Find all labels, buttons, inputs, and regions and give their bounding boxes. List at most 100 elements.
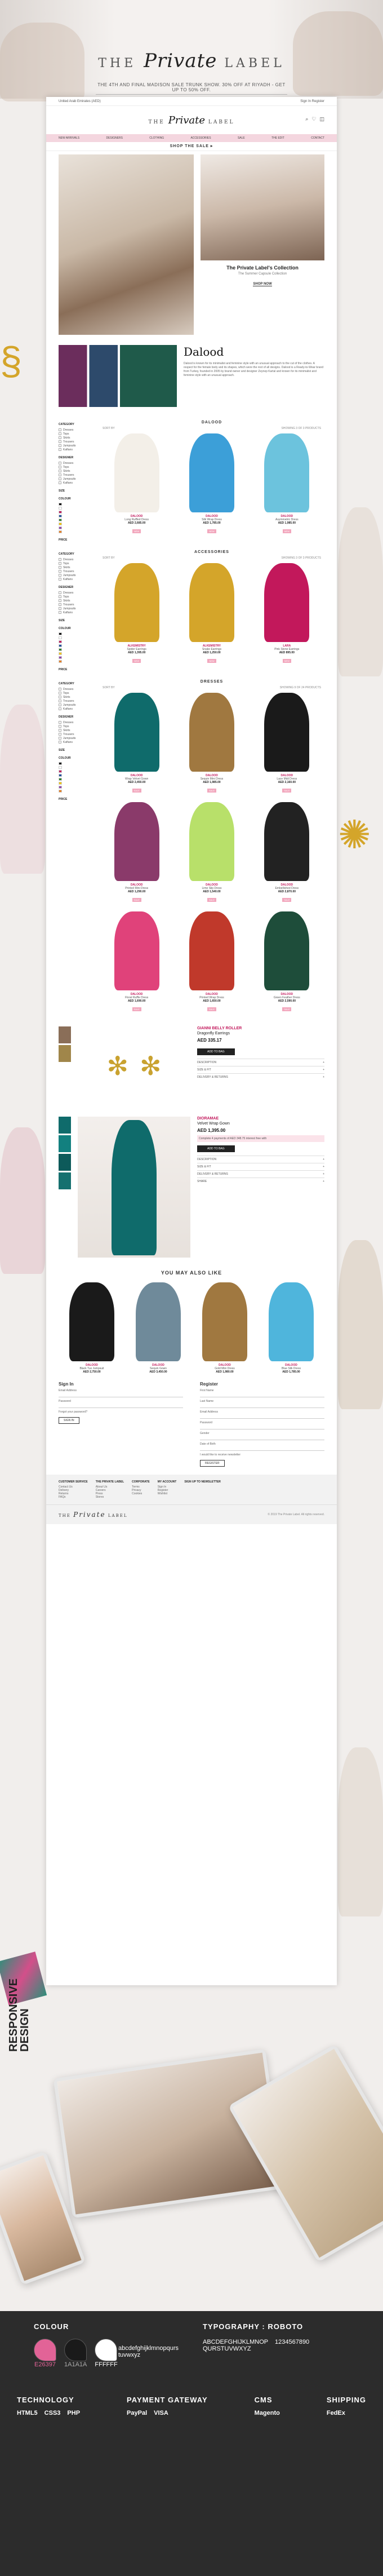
filter-option[interactable]: Kaftans — [59, 577, 99, 581]
email-field[interactable] — [200, 1414, 324, 1419]
product-card[interactable]: DALOOD Printed Mini Dress AED 1,290.00 SALE — [106, 802, 168, 904]
filter-option[interactable]: Kaftans — [59, 448, 99, 452]
checkbox[interactable] — [59, 737, 61, 740]
filter-colour-option[interactable] — [59, 652, 99, 656]
product-image[interactable] — [114, 433, 159, 512]
product-card[interactable]: DALOOD Wrap Velvet Gown AED 2,450.00 SALE — [106, 693, 168, 794]
checkbox[interactable] — [59, 696, 61, 698]
filter-colour-option[interactable] — [59, 762, 99, 765]
add-to-bag-button[interactable]: ADD TO BAG — [197, 1048, 235, 1055]
product-card[interactable]: DALOOD Floral Ruffle Dress AED 1,690.00 SAL… — [106, 911, 168, 1013]
thumbnail[interactable] — [59, 1045, 71, 1062]
search-icon[interactable]: ⌕ — [305, 116, 308, 122]
product-card[interactable]: DALOOD Printed Wrap Dress AED 1,650.00 SALE — [181, 911, 243, 1013]
filter-colour-option[interactable] — [59, 510, 99, 514]
product-image[interactable] — [189, 802, 234, 881]
filter-colour-option[interactable] — [59, 502, 99, 506]
product-card[interactable]: DALOOD Black Tux Jumpsuit AED 2,750.00 — [61, 1282, 123, 1374]
accordion-item[interactable]: DELIVERY & RETURNS + — [197, 1170, 324, 1178]
product-image[interactable] — [114, 563, 159, 642]
filter-colour-option[interactable] — [59, 781, 99, 785]
pdp-brand[interactable]: GIANNI BELLY ROLLER — [197, 1026, 324, 1030]
product-image[interactable] — [136, 1282, 181, 1361]
checkbox[interactable] — [59, 733, 61, 736]
checkbox[interactable] — [59, 721, 61, 724]
filter-option[interactable]: Kaftans — [59, 481, 99, 485]
nav-item[interactable]: DESIGNERS — [106, 136, 122, 140]
hero-model-image[interactable] — [59, 154, 194, 335]
checkbox[interactable] — [59, 473, 61, 476]
filter-option[interactable]: Tops — [59, 724, 99, 728]
product-image[interactable] — [114, 802, 159, 881]
product-card[interactable]: DALOOD Sequin Gown AED 3,450.00 — [127, 1282, 189, 1374]
forgot-password-link[interactable]: Forgot your password? — [59, 1410, 183, 1414]
hero-secondary-image[interactable] — [201, 154, 324, 260]
filter-option[interactable]: Dresses — [59, 461, 99, 465]
filter-colour-option[interactable] — [59, 777, 99, 781]
filter-option[interactable]: Dresses — [59, 428, 99, 432]
product-card[interactable]: LARA Pink Stone Earrings AED 895.00 NEW — [256, 563, 318, 665]
filter-colour-option[interactable] — [59, 765, 99, 769]
email-field[interactable] — [59, 1392, 183, 1397]
product-image[interactable] — [264, 911, 310, 990]
nav-item[interactable]: ACCESSORIES — [190, 136, 211, 140]
product-card[interactable]: DALOOD Asymmetric Dress AED 1,985.00 NEW — [256, 433, 318, 535]
signin-button[interactable]: SIGN IN — [59, 1417, 79, 1424]
product-image[interactable] — [114, 911, 159, 990]
product-card[interactable]: DALOOD Blue Silk Dress AED 1,785.00 — [260, 1282, 322, 1374]
product-card[interactable]: DALOOD Green Feather Dress AED 2,590.00 SAL… — [256, 911, 318, 1013]
filter-colour-option[interactable] — [59, 522, 99, 526]
filter-colour-option[interactable] — [59, 769, 99, 773]
checkbox[interactable] — [59, 707, 61, 710]
product-card[interactable]: DALOOD Sequin Mini Dress AED 1,985.00 SALE — [181, 693, 243, 794]
checkbox[interactable] — [59, 440, 61, 443]
dob-field[interactable] — [200, 1446, 324, 1451]
accordion-item[interactable]: SIZE & FIT + — [197, 1163, 324, 1170]
checkbox[interactable] — [59, 477, 61, 480]
filter-heading[interactable]: DESIGNER — [59, 715, 99, 719]
product-card[interactable]: DALOOD Gold Mini Dress AED 1,980.00 — [194, 1282, 256, 1374]
filter-heading[interactable]: COLOUR — [59, 497, 99, 501]
thumbnail[interactable] — [59, 1135, 71, 1152]
filter-colour-option[interactable] — [59, 656, 99, 660]
accordion-item[interactable]: DELIVERY & RETURNS + — [197, 1073, 324, 1081]
password-field[interactable] — [200, 1424, 324, 1429]
filter-option[interactable]: Tops — [59, 432, 99, 436]
filter-option[interactable]: Dresses — [59, 687, 99, 691]
checkbox[interactable] — [59, 703, 61, 706]
checkbox[interactable] — [59, 444, 61, 447]
filter-option[interactable]: Trousers — [59, 473, 99, 477]
checkbox[interactable] — [59, 578, 61, 581]
checkbox[interactable] — [59, 725, 61, 728]
nav-item[interactable]: NEW ARRIVALS — [59, 136, 79, 140]
filter-option[interactable]: Jumpsuits — [59, 736, 99, 740]
product-image[interactable] — [264, 802, 310, 881]
register-button[interactable]: REGISTER — [200, 1460, 225, 1467]
filter-option[interactable]: Trousers — [59, 699, 99, 703]
checkbox[interactable] — [59, 448, 61, 451]
product-image[interactable] — [189, 693, 234, 772]
thumbnail[interactable] — [59, 1117, 71, 1134]
nav-item[interactable]: CONTACT — [311, 136, 324, 140]
filter-option[interactable]: Jumpsuits — [59, 477, 99, 481]
filter-option[interactable]: Tops — [59, 595, 99, 599]
filter-option[interactable]: Tops — [59, 465, 99, 469]
product-image[interactable] — [202, 1282, 247, 1361]
product-card[interactable]: ALKEMISTRY Snake Earrings AED 1,250.00 NEW — [181, 563, 243, 665]
filter-option[interactable]: Dresses — [59, 557, 99, 561]
filter-option[interactable]: Tops — [59, 691, 99, 695]
filter-option[interactable]: Kaftans — [59, 740, 99, 744]
newsletter-checkbox[interactable]: I would like to receive newsletter — [200, 1453, 324, 1457]
checkbox[interactable] — [59, 574, 61, 577]
product-card[interactable]: DALOOD Lace Midi Dress AED 2,160.00 SALE — [256, 693, 318, 794]
accordion-item[interactable]: SHARE + — [197, 1178, 324, 1185]
checkbox[interactable] — [59, 462, 61, 464]
filter-option[interactable]: Skirts — [59, 695, 99, 699]
checkbox[interactable] — [59, 566, 61, 569]
checkbox[interactable] — [59, 607, 61, 610]
filter-colour-option[interactable] — [59, 789, 99, 793]
filter-heading[interactable]: SIZE — [59, 619, 99, 622]
filter-heading[interactable]: COLOUR — [59, 756, 99, 760]
footer-link[interactable]: Cookies — [132, 1492, 150, 1495]
product-image[interactable] — [264, 563, 310, 642]
